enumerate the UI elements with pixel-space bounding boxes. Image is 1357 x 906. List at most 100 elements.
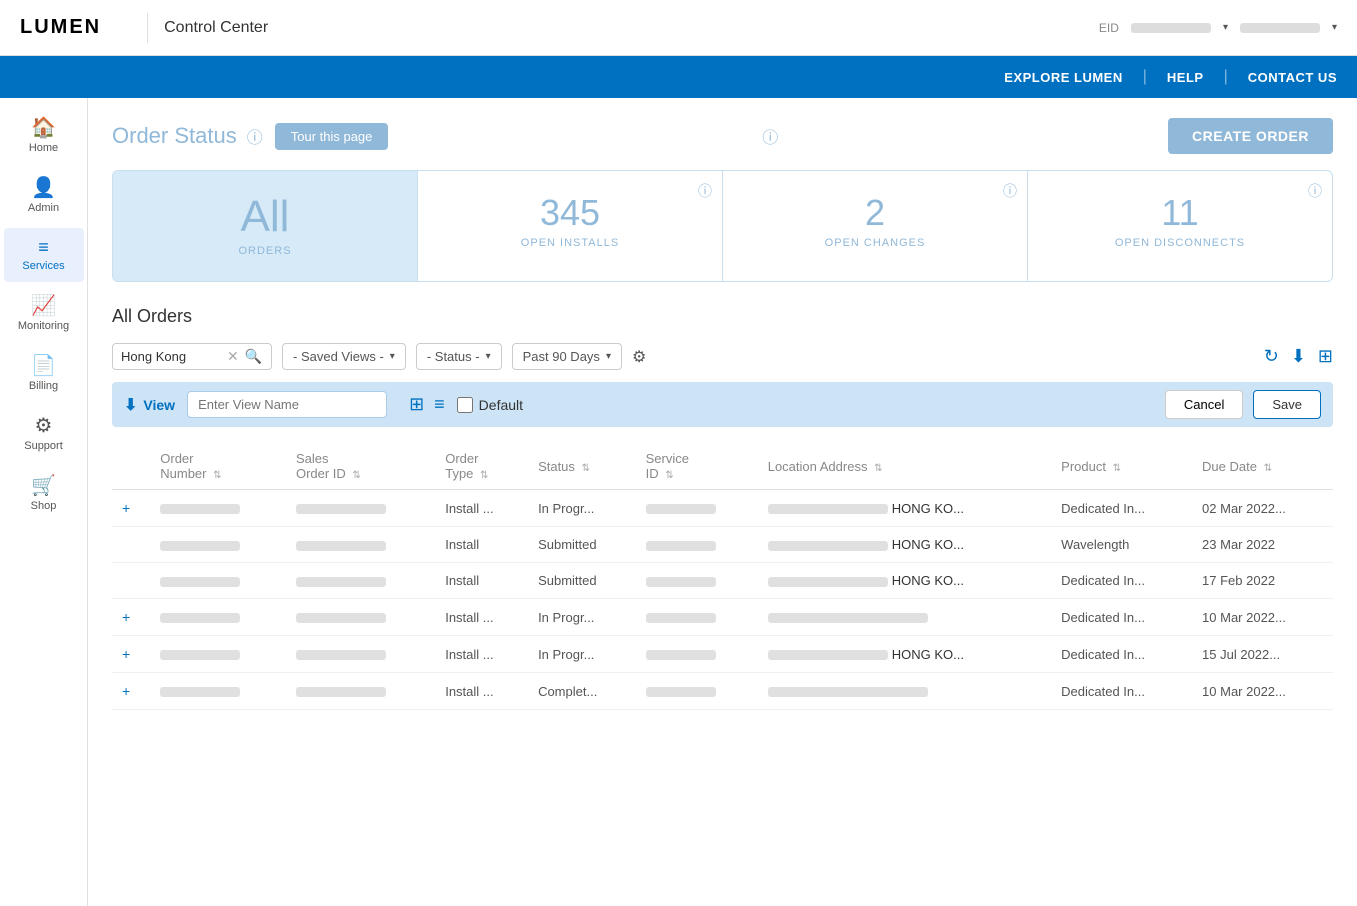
table-row: InstallSubmittedHONG KO...Dedicated In..… — [112, 563, 1333, 599]
status-cell: Submitted — [528, 563, 636, 599]
stat-card-changes[interactable]: ⓘ 2 OPEN CHANGES — [723, 171, 1028, 281]
explore-lumen-link[interactable]: EXPLORE LUMEN — [1004, 70, 1122, 85]
order-number-cell — [150, 490, 286, 527]
expand-cell[interactable]: + — [112, 490, 150, 527]
stat-card-installs[interactable]: ⓘ 345 OPEN INSTALLS — [418, 171, 723, 281]
tour-button[interactable]: Tour this page — [275, 123, 389, 150]
order-type-cell: Install ... — [435, 490, 528, 527]
expand-icon[interactable]: + — [122, 500, 130, 516]
sidebar-label-admin: Admin — [28, 202, 59, 214]
stat-value-disconnects: 11 — [1048, 195, 1312, 231]
saved-views-arrow-icon: ▾ — [390, 351, 395, 362]
clear-search-icon[interactable]: ✕ — [227, 348, 239, 365]
cancel-button[interactable]: Cancel — [1165, 390, 1243, 419]
service-id-cell — [636, 563, 758, 599]
sidebar-item-monitoring[interactable]: 📈 Monitoring — [4, 286, 84, 342]
th-location-address: Location Address ⇅ — [758, 443, 1051, 490]
sidebar-label-services: Services — [22, 260, 64, 272]
sales-order-id-cell — [286, 490, 435, 527]
sort-order-type-icon[interactable]: ⇅ — [480, 470, 488, 481]
expand-icon[interactable]: + — [122, 609, 130, 625]
date-arrow-icon: ▾ — [606, 351, 611, 362]
create-order-button[interactable]: CREATE ORDER — [1168, 118, 1333, 154]
expand-cell[interactable]: + — [112, 599, 150, 636]
view-name-input[interactable] — [187, 391, 387, 418]
sort-status-icon[interactable]: ⇅ — [582, 463, 590, 474]
saved-views-dropdown[interactable]: - Saved Views - ▾ — [282, 343, 406, 370]
th-service-id: ServiceID ⇅ — [636, 443, 758, 490]
download-arrow-icon: ⬇ — [124, 395, 137, 415]
status-cell: Complet... — [528, 673, 636, 710]
stat-card-all[interactable]: All ORDERS — [113, 171, 418, 281]
th-product: Product ⇅ — [1051, 443, 1192, 490]
sort-due-date-icon[interactable]: ⇅ — [1264, 463, 1272, 474]
eid-dropdown-icon[interactable]: ▾ — [1223, 22, 1228, 33]
filters-row: ✕ 🔍 - Saved Views - ▾ - Status - ▾ Past … — [112, 343, 1333, 370]
saved-views-label: - Saved Views - — [293, 349, 384, 364]
stat-value-changes: 2 — [743, 195, 1007, 231]
order-type-cell: Install — [435, 563, 528, 599]
table-row: InstallSubmittedHONG KO...Wavelength23 M… — [112, 527, 1333, 563]
th-due-date: Due Date ⇅ — [1192, 443, 1333, 490]
expand-cell[interactable]: + — [112, 636, 150, 673]
location-address-cell — [758, 599, 1051, 636]
blue-nav-bar: EXPLORE LUMEN | HELP | CONTACT US — [0, 56, 1357, 98]
page-title: Order Status — [112, 123, 237, 149]
th-expand — [112, 443, 150, 490]
sidebar-item-support[interactable]: ⚙ Support — [4, 406, 84, 462]
sidebar-item-services[interactable]: ≡ Services — [4, 228, 84, 282]
admin-icon: 👤 — [31, 178, 56, 198]
search-icon[interactable]: 🔍 — [245, 348, 262, 365]
info-icon-disconnects: ⓘ — [1308, 181, 1322, 201]
status-dropdown[interactable]: - Status - ▾ — [416, 343, 502, 370]
sort-location-icon[interactable]: ⇅ — [874, 463, 882, 474]
sidebar-item-billing[interactable]: 📄 Billing — [4, 346, 84, 402]
save-button[interactable]: Save — [1253, 390, 1321, 419]
contact-us-link[interactable]: CONTACT US — [1248, 70, 1337, 85]
view-text: View — [143, 397, 175, 413]
sidebar-item-admin[interactable]: 👤 Admin — [4, 168, 84, 224]
order-number-cell — [150, 527, 286, 563]
filters-icon[interactable]: ≡ — [434, 394, 445, 415]
sidebar-item-home[interactable]: 🏠 Home — [4, 108, 84, 164]
table-row: +Install ...Complet...Dedicated In...10 … — [112, 673, 1333, 710]
stat-card-disconnects[interactable]: ⓘ 11 OPEN DISCONNECTS — [1028, 171, 1332, 281]
product-cell: Dedicated In... — [1051, 490, 1192, 527]
location-address-cell: HONG KO... — [758, 527, 1051, 563]
service-id-cell — [636, 636, 758, 673]
sales-order-id-cell — [286, 673, 435, 710]
order-number-cell — [150, 673, 286, 710]
order-type-cell: Install ... — [435, 673, 528, 710]
user-dropdown-icon[interactable]: ▾ — [1332, 22, 1337, 33]
order-number-cell — [150, 599, 286, 636]
download-icon[interactable]: ⬇ — [1291, 346, 1306, 367]
sort-service-id-icon[interactable]: ⇅ — [665, 470, 673, 481]
expand-cell[interactable]: + — [112, 673, 150, 710]
help-circle-icon[interactable]: ⓘ — [247, 124, 263, 148]
sort-sales-order-id-icon[interactable]: ⇅ — [352, 470, 360, 481]
location-address-cell — [758, 673, 1051, 710]
refresh-icon[interactable]: ↻ — [1264, 346, 1279, 367]
header-right: EID ▾ ▾ — [1099, 21, 1337, 35]
search-input[interactable] — [121, 349, 221, 364]
sort-order-number-icon[interactable]: ⇅ — [213, 470, 221, 481]
due-date-cell: 10 Mar 2022... — [1192, 673, 1333, 710]
app-title: Control Center — [164, 19, 268, 37]
sidebar-label-shop: Shop — [31, 500, 57, 512]
expand-icon[interactable]: + — [122, 683, 130, 699]
grid-view-icon[interactable]: ⊞ — [1318, 346, 1333, 367]
date-dropdown[interactable]: Past 90 Days ▾ — [512, 343, 622, 370]
due-date-cell: 10 Mar 2022... — [1192, 599, 1333, 636]
stat-label-disconnects: OPEN DISCONNECTS — [1048, 237, 1312, 249]
order-number-cell — [150, 636, 286, 673]
expand-icon[interactable]: + — [122, 646, 130, 662]
filter-settings-icon[interactable]: ⚙ — [632, 347, 646, 367]
service-id-cell — [636, 527, 758, 563]
default-checkbox[interactable] — [457, 397, 473, 413]
location-address-cell: HONG KO... — [758, 563, 1051, 599]
help-link[interactable]: HELP — [1167, 70, 1204, 85]
section-title: All Orders — [112, 306, 1333, 327]
sort-product-icon[interactable]: ⇅ — [1113, 463, 1121, 474]
columns-icon[interactable]: ⊞ — [409, 394, 424, 415]
sidebar-item-shop[interactable]: 🛒 Shop — [4, 466, 84, 522]
